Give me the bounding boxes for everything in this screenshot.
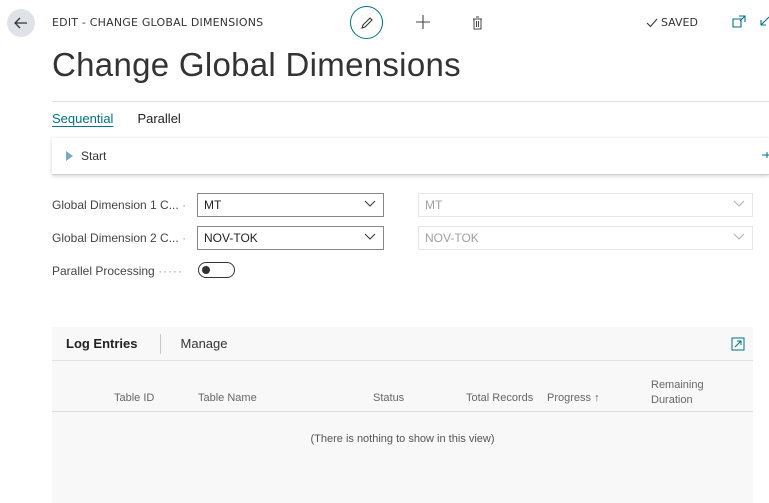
edit-pencil-icon [360, 16, 373, 29]
tab-bar: Sequential Parallel [52, 111, 181, 128]
back-button[interactable] [7, 9, 35, 37]
chevron-down-icon [733, 233, 745, 240]
delete-button[interactable] [467, 12, 487, 34]
start-action-bar[interactable]: Start [52, 138, 769, 175]
plus-icon [416, 15, 430, 29]
start-triangle-icon [66, 151, 73, 161]
column-header-status[interactable]: Status [373, 392, 404, 404]
manage-button[interactable]: Manage [181, 336, 228, 351]
chevron-down-icon [364, 233, 376, 240]
global-dimension-2-label: Global Dimension 2 C... · [52, 231, 188, 245]
expand-icon[interactable] [731, 337, 745, 351]
parallel-processing-toggle[interactable] [198, 262, 235, 278]
pin-icon[interactable] [761, 150, 769, 160]
chevron-down-icon [733, 200, 745, 207]
global-dimension-2-value: NOV-TOK [204, 231, 258, 245]
column-header-duration[interactable]: Duration [651, 394, 693, 406]
start-label: Start [81, 149, 107, 163]
open-in-new-window-icon[interactable] [731, 14, 747, 30]
column-header-progress[interactable]: Progress ↑ [547, 392, 600, 404]
tab-parallel[interactable]: Parallel [137, 111, 180, 128]
edit-button[interactable] [350, 6, 383, 39]
column-header-remaining[interactable]: Remaining [651, 379, 704, 391]
back-arrow-icon [14, 17, 27, 29]
log-entries-panel: Log Entries Manage Table ID Table Name S… [52, 327, 753, 503]
collapse-icon[interactable] [757, 14, 769, 30]
empty-state-message: (There is nothing to show in this view) [310, 433, 495, 445]
new-button[interactable] [411, 10, 435, 34]
log-entries-header: Log Entries Manage [52, 327, 753, 361]
global-dimension-1-label: Global Dimension 1 C... · [52, 198, 188, 212]
checkmark-icon [646, 18, 658, 27]
column-header-total-records[interactable]: Total Records [466, 392, 533, 404]
global-dimension-1-select[interactable]: MT [197, 193, 384, 217]
column-header-table-id[interactable]: Table ID [114, 392, 154, 404]
toggle-knob [202, 266, 210, 274]
log-header-divider [159, 333, 161, 354]
breadcrumb: EDIT - CHANGE GLOBAL DIMENSIONS [52, 16, 264, 29]
global-dimension-2-select[interactable]: NOV-TOK [197, 226, 384, 250]
title-divider [52, 101, 769, 102]
column-header-table-name[interactable]: Table Name [198, 392, 257, 404]
log-entries-title[interactable]: Log Entries [52, 336, 138, 351]
global-dimension-2-current: NOV-TOK [418, 226, 753, 250]
chevron-down-icon [364, 200, 376, 207]
global-dimension-2-current-value: NOV-TOK [425, 231, 479, 245]
tab-sequential[interactable]: Sequential [52, 111, 113, 128]
page-title: Change Global Dimensions [52, 46, 461, 83]
saved-label: SAVED [661, 16, 698, 29]
parallel-processing-label: Parallel Processing ····· [52, 264, 184, 278]
global-dimension-1-current-value: MT [425, 198, 443, 212]
saved-status: SAVED [646, 16, 698, 29]
global-dimension-1-value: MT [204, 198, 222, 212]
trash-icon [472, 16, 482, 30]
column-header-divider [52, 411, 753, 412]
global-dimension-1-current: MT [418, 193, 753, 217]
